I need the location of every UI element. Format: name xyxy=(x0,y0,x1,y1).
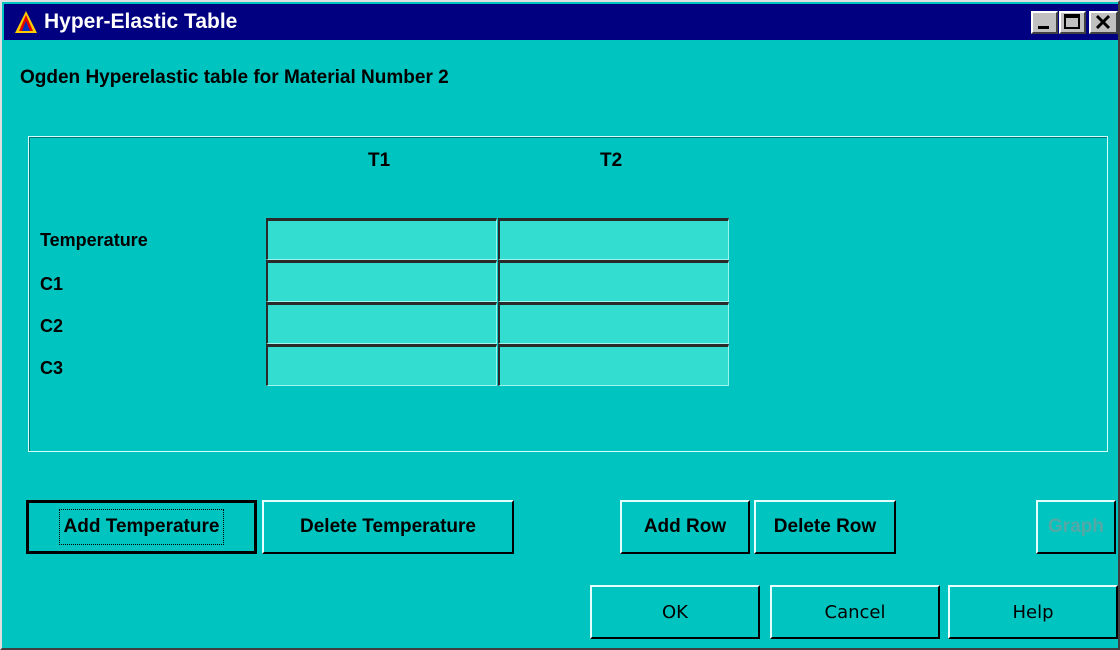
cell-c1-t1[interactable] xyxy=(266,260,497,302)
add-temperature-button[interactable]: Add Temperature xyxy=(26,500,257,554)
maximize-button[interactable] xyxy=(1059,11,1086,34)
column-header-t1: T1 xyxy=(368,150,391,171)
add-row-button[interactable]: Add Row xyxy=(620,500,750,554)
title-bar[interactable]: Hyper-Elastic Table xyxy=(4,4,1118,40)
delete-temperature-button[interactable]: Delete Temperature xyxy=(262,500,514,554)
row-label-c2: C2 xyxy=(40,316,64,336)
window-title: Hyper-Elastic Table xyxy=(44,10,238,33)
cell-temperature-t1[interactable] xyxy=(266,218,497,260)
row-label-c1: C1 xyxy=(40,274,64,294)
graph-button[interactable]: Graph xyxy=(1036,500,1116,554)
minimize-button[interactable] xyxy=(1031,11,1058,34)
delete-row-button[interactable]: Delete Row xyxy=(754,500,896,554)
column-header-t2: T2 xyxy=(600,150,623,171)
cell-c3-t2[interactable] xyxy=(498,344,729,386)
cell-c3-t1[interactable] xyxy=(266,344,497,386)
cell-temperature-t2[interactable] xyxy=(498,218,729,260)
table-heading: Ogden Hyperelastic table for Material Nu… xyxy=(20,67,449,88)
ansys-logo-icon xyxy=(15,11,37,33)
row-label-c3: C3 xyxy=(40,358,64,378)
hyper-elastic-table-window: Hyper-Elastic Table Ogden Hyperelastic t… xyxy=(0,0,1120,650)
cell-c2-t2[interactable] xyxy=(498,302,729,344)
close-icon xyxy=(1095,14,1111,30)
minimize-icon xyxy=(1038,26,1049,29)
add-temperature-label: Add Temperature xyxy=(58,509,225,545)
maximize-icon xyxy=(1064,14,1080,29)
cancel-button[interactable]: Cancel xyxy=(770,585,940,639)
cell-c2-t1[interactable] xyxy=(266,302,497,344)
help-button[interactable]: Help xyxy=(948,585,1118,639)
row-label-temperature: Temperature xyxy=(40,230,148,250)
close-button[interactable] xyxy=(1089,11,1118,34)
cell-c1-t2[interactable] xyxy=(498,260,729,302)
ok-button[interactable]: OK xyxy=(590,585,760,639)
